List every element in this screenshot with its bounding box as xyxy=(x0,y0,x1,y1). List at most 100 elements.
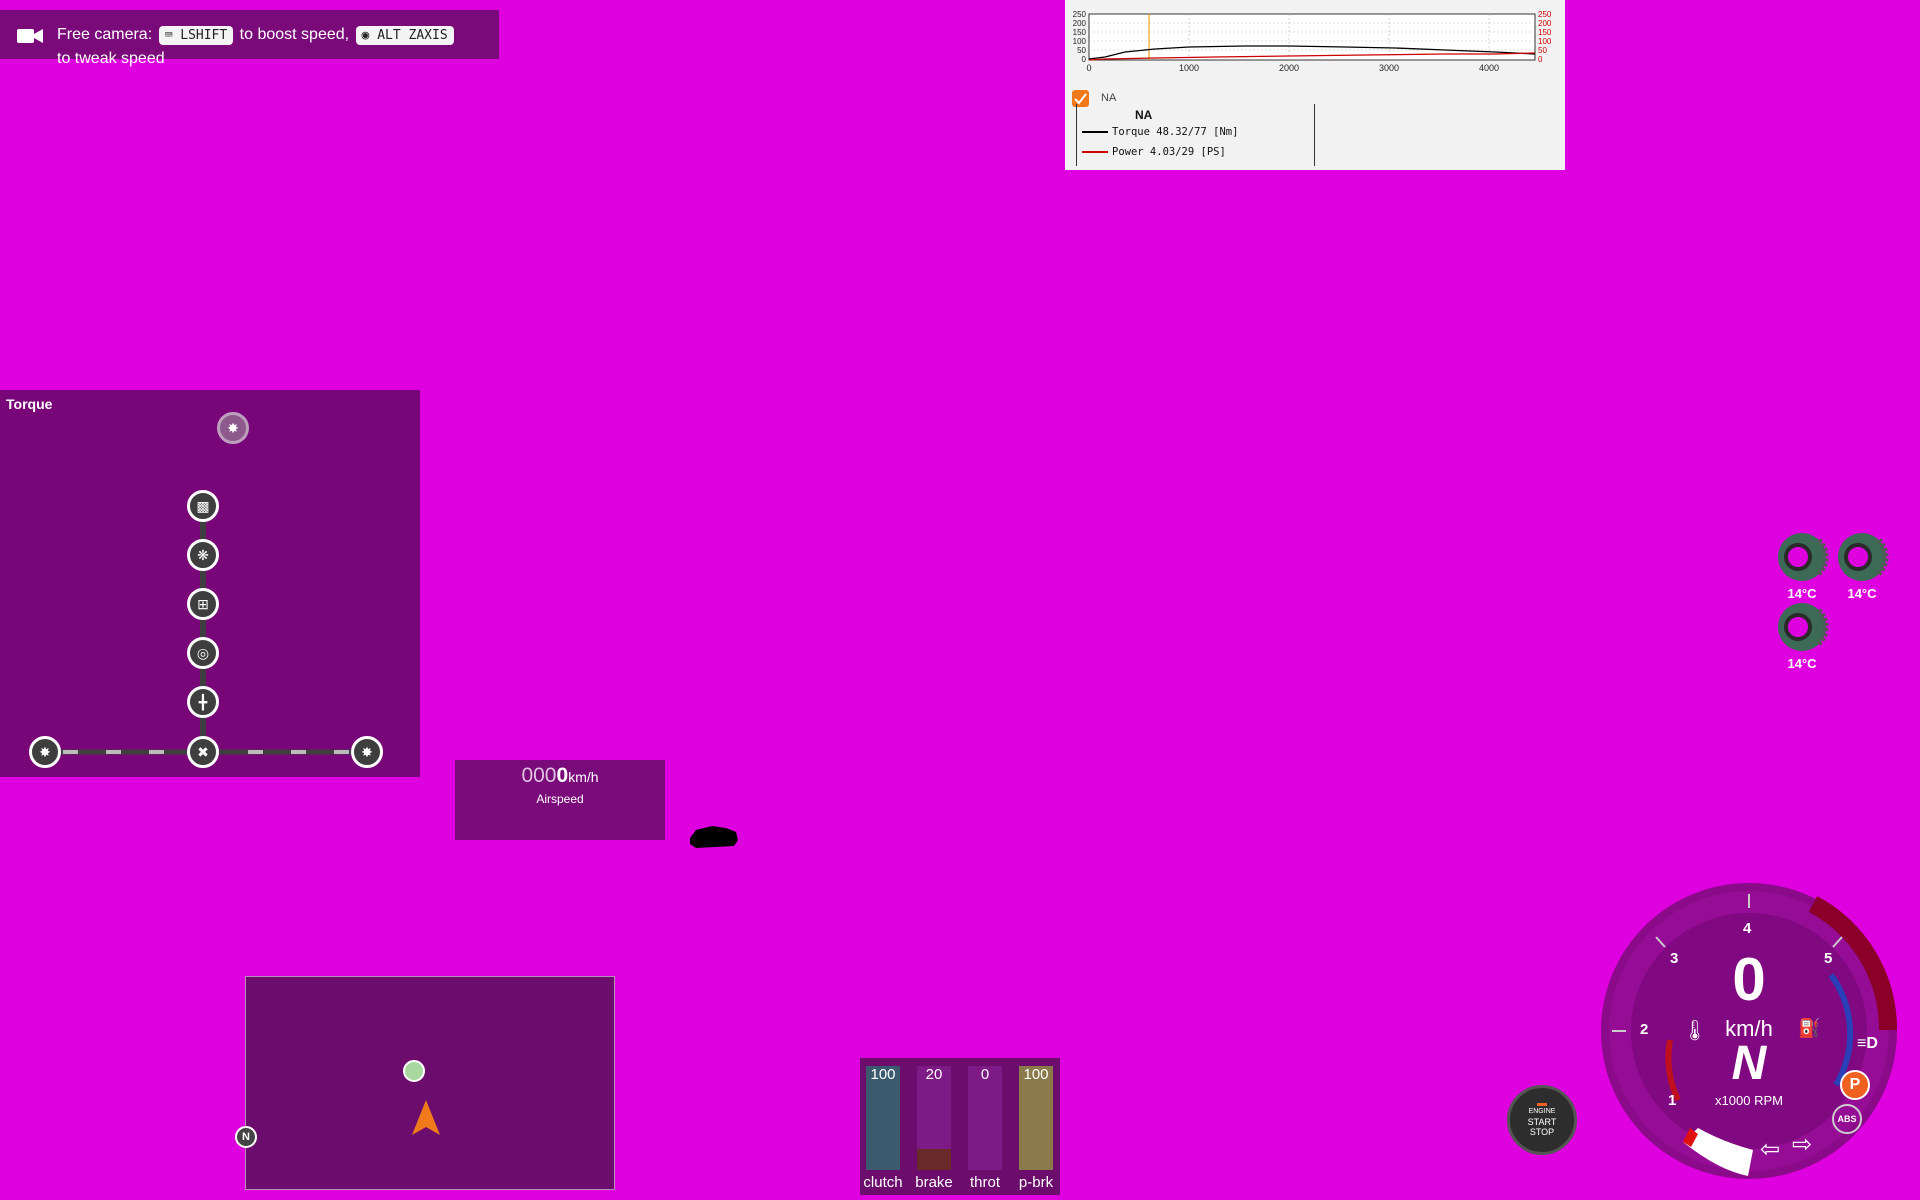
clutch-icon: ❋ xyxy=(197,547,209,563)
parking-brake-indicator: P xyxy=(1840,1070,1870,1100)
y-tick-left: 50 xyxy=(1077,46,1086,55)
minimap[interactable] xyxy=(245,976,615,1190)
brake-bar: 20 xyxy=(917,1066,951,1170)
wheel-icon: ✸ xyxy=(227,420,239,436)
ring-icon: ◎ xyxy=(196,645,210,661)
parking-brake-value: 100 xyxy=(1023,1066,1049,1083)
clutch-bar: 100 xyxy=(866,1066,900,1170)
camera-hint-mid: to boost speed, xyxy=(239,26,350,43)
clutch-value: 100 xyxy=(870,1066,896,1083)
legend-title: NA xyxy=(1135,108,1153,122)
torque-tree-panel: Torque ✸ ▩ ❋ ⊞ ◎ ╋ ✖ ✸ ✸ xyxy=(0,390,420,777)
gear-indicator: N xyxy=(1731,1037,1767,1090)
turn-signal-right-icon: ⇨ xyxy=(1792,1131,1813,1158)
engine-icon: ▩ xyxy=(196,498,210,514)
wheel-icon: ✸ xyxy=(361,744,373,760)
rpm-tick-3: 3 xyxy=(1670,950,1679,967)
engine-button-line2: START xyxy=(1527,1117,1557,1127)
gearbox-icon: ⊞ xyxy=(197,596,209,612)
differential-node[interactable]: ✖ xyxy=(187,736,219,768)
shaft-icon: ╋ xyxy=(198,694,208,710)
rpm-tick-4: 4 xyxy=(1743,920,1752,937)
player-arrow-icon xyxy=(412,1100,440,1135)
gearbox-node[interactable]: ⊞ xyxy=(187,588,219,620)
dashboard-gauge: 4 5 3 2 1 0 km/h N x1000 RPM 🌡 ⛽ ≡D P AB… xyxy=(1598,880,1900,1182)
x-tick: 1000 xyxy=(1179,63,1199,73)
turn-signal-left-icon: ⇦ xyxy=(1760,1136,1781,1163)
camera-hint-suffix: to tweak speed xyxy=(57,50,165,67)
coolant-temp-icon: 🌡 xyxy=(1682,1020,1708,1042)
y-tick-left: 200 xyxy=(1073,19,1087,28)
tyre-icon xyxy=(1778,603,1829,651)
tyre-temp-rear-left: 14°C xyxy=(1775,600,1829,671)
y-tick-right: 50 xyxy=(1538,46,1547,55)
throttle-value: 0 xyxy=(980,1066,990,1083)
torque-converter-node[interactable]: ◎ xyxy=(187,637,219,669)
y-tick-right: 0 xyxy=(1538,55,1543,64)
x-tick: 4000 xyxy=(1479,63,1499,73)
graph-legend: NA Torque 48.32/77 [Nm] Power 4.03/29 [P… xyxy=(1076,104,1315,166)
tyre-temp-front-left: 14°C xyxy=(1775,530,1829,601)
x-tick: 0 xyxy=(1086,63,1091,73)
rpm-tick-5: 5 xyxy=(1824,950,1833,967)
clutch-node[interactable]: ❋ xyxy=(187,539,219,571)
tyre-temp-value: 14°C xyxy=(1847,586,1877,601)
parking-brake-label: p-brk xyxy=(1018,1174,1054,1191)
rpm-label: x1000 RPM xyxy=(1715,1093,1783,1108)
engine-start-stop-button[interactable]: ▬ ENGINE START STOP xyxy=(1507,1085,1577,1155)
clutch-label: clutch xyxy=(863,1174,903,1191)
wheel-node-left[interactable]: ✸ xyxy=(29,736,61,768)
airspeed-value: 0000km/h xyxy=(521,764,599,787)
wheel-node-right[interactable]: ✸ xyxy=(351,736,383,768)
y-tick-left: 250 xyxy=(1073,10,1087,19)
camera-hint-line: Free camera: ⌨ LSHIFT to boost speed, ◉ … xyxy=(57,26,456,45)
y-tick-right: 250 xyxy=(1538,10,1552,19)
tyre-icon xyxy=(1838,533,1889,581)
driveshaft-node[interactable]: ╋ xyxy=(187,686,219,718)
free-camera-hint: Free camera: ⌨ LSHIFT to boost speed, ◉ … xyxy=(0,10,499,67)
tyre-temp-value: 14°C xyxy=(1787,586,1817,601)
torque-power-graph: 250 200 150 100 50 0 250 200 150 100 50 … xyxy=(1065,0,1565,170)
parking-brake-bar: 100 xyxy=(1019,1066,1053,1170)
camera-hint-prefix: Free camera: xyxy=(57,26,153,43)
speed-readout: 0 xyxy=(1732,946,1766,1013)
spare-wheel-node[interactable]: ✸ xyxy=(217,412,249,444)
key-alt-zaxis: ◉ ALT ZAXIS xyxy=(355,26,454,45)
legend-power-row: Power 4.03/29 [PS] xyxy=(1082,146,1226,158)
north-compass-icon: N xyxy=(235,1126,257,1148)
engine-button-line1: ENGINE xyxy=(1528,1108,1556,1115)
map-waypoint-marker[interactable] xyxy=(403,1060,425,1082)
rpm-tick-1: 1 xyxy=(1668,1092,1677,1109)
differential-icon: ✖ xyxy=(197,744,209,760)
vehicle-silhouette xyxy=(690,826,738,848)
series-checkbox-label: NA xyxy=(1101,92,1117,104)
pedal-inputs: 100 20 0 100 clutch brake throt p-brk xyxy=(860,1058,1060,1195)
fuel-pump-icon: ⛽ xyxy=(1798,1018,1821,1038)
throttle-label: throt xyxy=(969,1174,1000,1191)
headlight-icon: ≡D xyxy=(1857,1035,1878,1052)
airspeed-widget: 0000km/h Airspeed xyxy=(455,760,665,840)
brake-label: brake xyxy=(915,1174,953,1191)
video-camera-icon xyxy=(17,29,43,43)
brake-value: 20 xyxy=(925,1066,943,1083)
y-tick-right: 200 xyxy=(1538,19,1552,28)
legend-torque-row: Torque 48.32/77 [Nm] xyxy=(1082,126,1238,138)
engine-button-line3: STOP xyxy=(1529,1127,1555,1137)
y-tick-left: 150 xyxy=(1073,28,1087,37)
y-tick-right: 100 xyxy=(1538,37,1552,46)
rpm-tick-2: 2 xyxy=(1640,1021,1649,1038)
x-tick: 3000 xyxy=(1379,63,1399,73)
y-tick-left: 100 xyxy=(1073,37,1087,46)
x-tick: 2000 xyxy=(1279,63,1299,73)
airspeed-label: Airspeed xyxy=(536,792,584,806)
throttle-bar: 0 xyxy=(968,1066,1002,1170)
y-tick-right: 150 xyxy=(1538,28,1552,37)
tyre-icon xyxy=(1778,533,1829,581)
tyre-temp-value: 14°C xyxy=(1787,656,1817,671)
drivetrain-links xyxy=(45,506,367,755)
engine-node[interactable]: ▩ xyxy=(187,490,219,522)
wheel-icon: ✸ xyxy=(39,744,51,760)
abs-indicator: ABS xyxy=(1832,1104,1862,1134)
tyre-temp-front-right: 14°C xyxy=(1835,530,1889,601)
brake-fill xyxy=(917,1149,951,1170)
